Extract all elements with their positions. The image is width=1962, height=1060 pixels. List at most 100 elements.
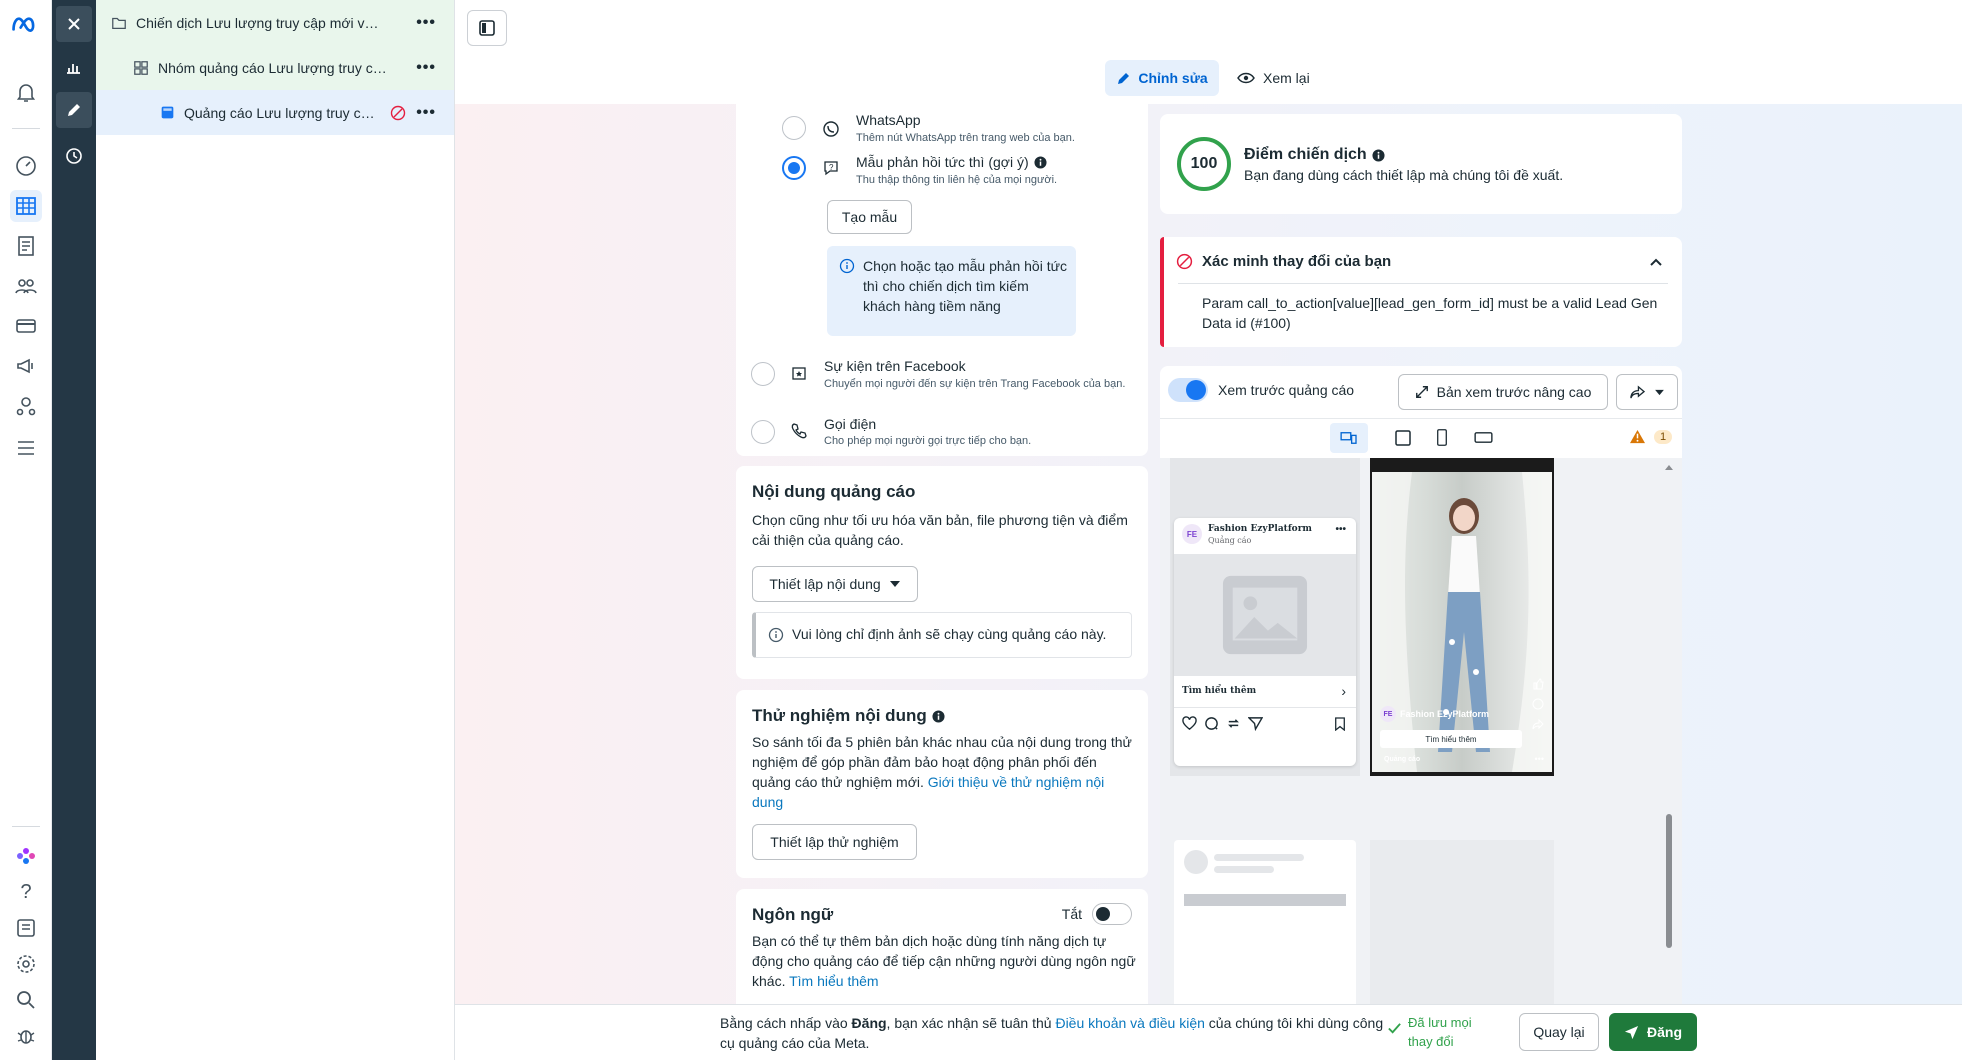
score-desc: Bạn đang dùng cách thiết lập mà chúng tô…: [1244, 167, 1564, 183]
tree-item-adset[interactable]: Nhóm quảng cáo Lưu lượng truy cậ... •••: [96, 45, 454, 90]
whatsapp-icon: [822, 120, 840, 141]
adset-more-options-icon[interactable]: •••: [416, 59, 436, 77]
score-title: Điểm chiến dịch: [1244, 146, 1367, 163]
chevron-up-icon[interactable]: [1650, 258, 1662, 266]
preview-scroll-area: FE Fashion EzyPlatform Quảng cáo ••• Tìm…: [1160, 458, 1682, 1004]
feed-sponsored: Quảng cáo: [1208, 536, 1252, 545]
adset-name: Nhóm quảng cáo Lưu lượng truy cậ...: [158, 59, 390, 76]
whatsapp-title: WhatsApp: [856, 112, 921, 128]
radio-whatsapp[interactable]: [782, 116, 806, 140]
language-learn-link[interactable]: Tìm hiểu thêm: [789, 973, 878, 989]
search-icon[interactable]: [10, 984, 42, 1016]
tab-review[interactable]: Xem lại: [1237, 60, 1310, 96]
advanced-preview-button[interactable]: Bản xem trước nâng cao: [1398, 374, 1608, 410]
preview-toggle-switch[interactable]: [1168, 378, 1208, 402]
toggle-panel-button[interactable]: [467, 10, 507, 46]
eye-icon: [1237, 72, 1255, 84]
radio-facebook-event[interactable]: [751, 362, 775, 386]
notifications-bell-icon[interactable]: [10, 76, 42, 108]
radio-instant-form[interactable]: [782, 156, 806, 180]
ads-manager-table-icon[interactable]: [10, 190, 42, 222]
all-placements-icon[interactable]: [1330, 423, 1368, 453]
info-icon[interactable]: [1372, 148, 1385, 162]
campaign-more-options-icon[interactable]: •••: [416, 14, 436, 32]
landscape-icon[interactable]: [1474, 431, 1493, 447]
publish-label: Đăng: [1647, 1024, 1682, 1040]
scroll-up-arrow-icon: [1665, 465, 1673, 470]
ad-error-icon: [390, 105, 406, 121]
audiences-icon[interactable]: [10, 270, 42, 302]
warning-indicator[interactable]: 1: [1629, 429, 1673, 444]
content-test-title-row: Thử nghiệm nội dung: [752, 706, 945, 726]
performance-chart-icon[interactable]: [56, 50, 92, 86]
verify-error-text: Param call_to_action[value][lead_gen_for…: [1202, 295, 1658, 331]
story-vertical-icon[interactable]: [1436, 428, 1448, 450]
campaign-score-card: 100 Điểm chiến dịch Bạn đang dùng cách t…: [1160, 114, 1682, 214]
bug-report-icon[interactable]: [10, 1020, 42, 1052]
tree-item-ad[interactable]: Quảng cáo Lưu lượng truy câ... •••: [96, 90, 454, 135]
sidebar-toggle-icon: [479, 20, 495, 36]
radio-call[interactable]: [751, 420, 775, 444]
call-title: Gọi điện: [824, 416, 877, 432]
settings-gear-icon[interactable]: [10, 948, 42, 980]
info-icon[interactable]: [932, 709, 945, 723]
reports-icon[interactable]: [10, 230, 42, 262]
warning-triangle-icon: [1630, 429, 1645, 444]
editor-side-rail: [52, 0, 96, 1060]
language-toggle-row: Tắt: [1062, 903, 1132, 925]
create-form-button[interactable]: Tạo mẫu: [827, 200, 912, 234]
tab-edit[interactable]: Chỉnh sửa: [1105, 60, 1219, 96]
language-toggle-switch[interactable]: [1092, 903, 1132, 925]
info-icon[interactable]: [1034, 155, 1047, 169]
back-button[interactable]: Quay lại: [1519, 1013, 1599, 1051]
instant-form-desc: Thu thập thông tin liên hệ của mọi người…: [856, 174, 1058, 186]
share-dropdown-button[interactable]: [1616, 374, 1678, 410]
meta-logo-icon[interactable]: [8, 8, 44, 40]
placeholder-card: [1174, 840, 1356, 1004]
close-editor-icon[interactable]: [56, 6, 92, 42]
ad-content-title: Nội dung quảng cáo: [752, 482, 916, 501]
editor-main: WhatsApp Thêm nút WhatsApp trên trang we…: [455, 104, 1962, 1004]
help-question-icon[interactable]: ?: [10, 876, 42, 908]
feed-square-icon[interactable]: [1394, 429, 1412, 450]
expand-icon: [1415, 386, 1428, 398]
calendar-star-icon: [790, 364, 808, 385]
story-cta-button: Tìm hiểu thêm: [1380, 730, 1522, 748]
history-clock-icon[interactable]: [56, 138, 92, 174]
all-tools-menu-icon[interactable]: [10, 432, 42, 464]
edit-pencil-icon[interactable]: [56, 92, 92, 128]
business-settings-icon[interactable]: [10, 390, 42, 422]
campaign-megaphone-icon[interactable]: [10, 350, 42, 382]
feed-cta-text: Tìm hiểu thêm: [1182, 686, 1257, 696]
tree-item-campaign[interactable]: Chiến dịch Lưu lượng truy cập mới với ..…: [96, 0, 454, 45]
terms-link[interactable]: Điều khoản và điều kiện: [1055, 1015, 1204, 1031]
dashboard-gauge-icon[interactable]: [10, 150, 42, 182]
tab-review-label: Xem lại: [1263, 70, 1310, 86]
news-feed-icon[interactable]: [10, 912, 42, 944]
story-page-name: Fashion EzyPlatform: [1400, 709, 1490, 719]
page-avatar: FE: [1182, 524, 1202, 544]
call-desc: Cho phép mọi người gọi trực tiếp cho bạn…: [824, 435, 1032, 447]
info-circle-icon: [768, 627, 784, 643]
whatsapp-desc: Thêm nút WhatsApp trên trang web của bạn…: [856, 132, 1075, 144]
preview-scrollbar[interactable]: [1664, 460, 1674, 950]
feed-cta-row: Tìm hiểu thêm ›: [1174, 676, 1356, 708]
share-arrow-icon: [1630, 384, 1646, 398]
editor-topbar: Chỉnh sửa Xem lại: [455, 0, 1962, 104]
ad-square-icon: [158, 104, 176, 122]
placement-toolbar: 1: [1160, 418, 1682, 458]
setup-test-button[interactable]: Thiết lập thử nghiệm: [752, 824, 917, 860]
destination-card: WhatsApp Thêm nút WhatsApp trên trang we…: [736, 104, 1148, 456]
saved-status: Đã lưu mọi thay đổi: [1387, 1013, 1498, 1051]
ad-more-options-icon[interactable]: •••: [416, 104, 436, 122]
caret-down-icon: [1655, 389, 1664, 395]
story-ad-image: [1372, 472, 1552, 772]
meta-ai-icon[interactable]: [10, 840, 42, 872]
scroll-thumb[interactable]: [1666, 814, 1672, 948]
publish-button[interactable]: Đăng: [1609, 1013, 1697, 1051]
instant-form-title-row: Mẫu phản hồi tức thì (gợi ý): [856, 154, 1047, 170]
billing-card-icon[interactable]: [10, 310, 42, 342]
like-icon: [1533, 678, 1544, 690]
setup-content-dropdown[interactable]: Thiết lập nội dung: [752, 566, 918, 602]
tab-edit-label: Chỉnh sửa: [1138, 70, 1208, 86]
